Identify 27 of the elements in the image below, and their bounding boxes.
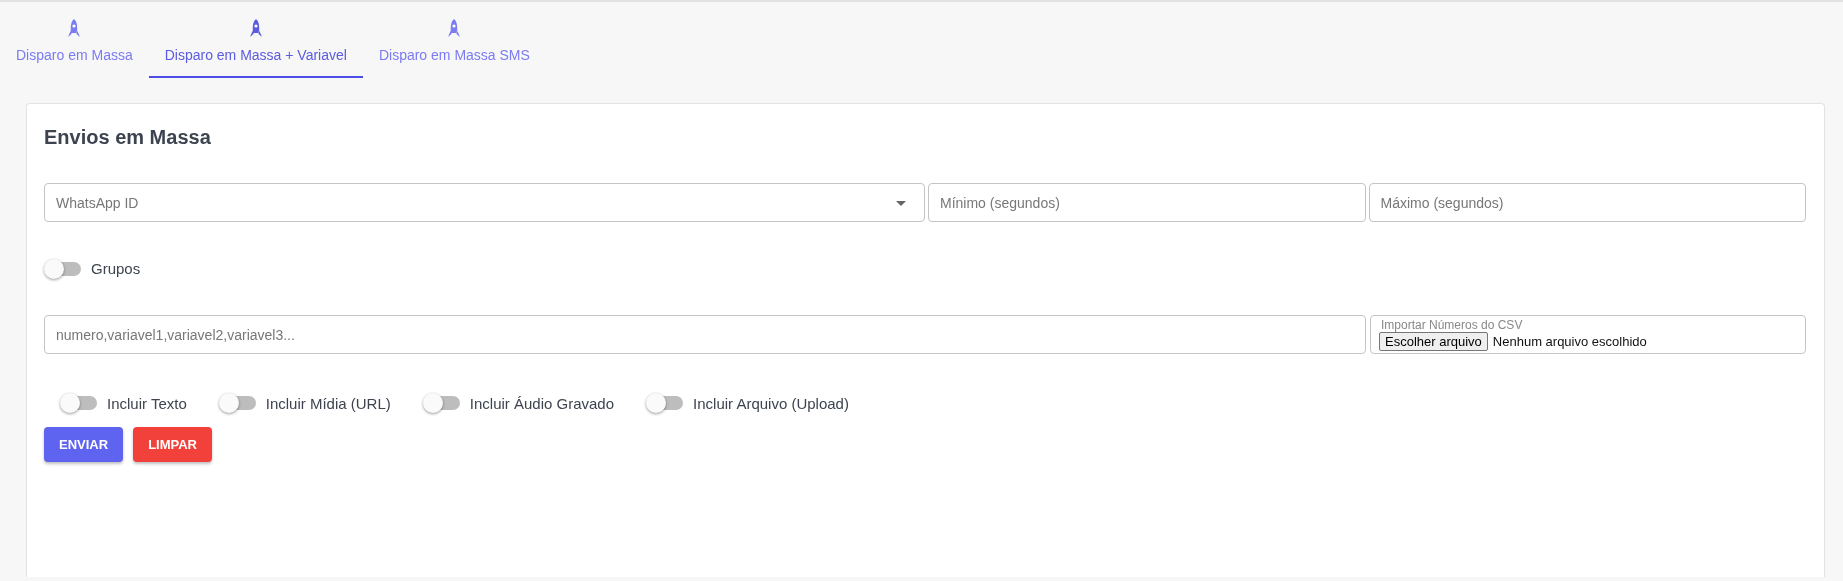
card-title: Envios em Massa [44, 126, 212, 149]
toggle-label: Incluir Texto [107, 394, 187, 412]
send-button[interactable]: ENVIAR [44, 427, 124, 462]
rocket-icon [447, 19, 462, 39]
tab[interactable]: Disparo em Massa + Variavel [148, 19, 363, 78]
toggle-label: Incluir Arquivo (Upload) [693, 394, 849, 412]
tab[interactable]: Disparo em Massa [0, 19, 149, 78]
toggle-switch[interactable] [63, 396, 97, 410]
toggle-switch[interactable] [47, 261, 81, 276]
choose-file-button[interactable]: Escolher arquivo [1379, 331, 1488, 351]
caret-icon [896, 201, 906, 206]
toggle-label: Incluir Mídia (URL) [265, 394, 391, 412]
input-field[interactable]: numero,variavel1,variavel2,variavel3... [44, 315, 1366, 354]
rocket-icon [67, 19, 82, 39]
file-field[interactable]: Importar Números do CSV Escolher arquivo Nenhum arquivo escolhido [1370, 315, 1806, 354]
toggle-label: Grupos [91, 260, 141, 277]
input-field[interactable]: Mínimo (segundos) [928, 183, 1366, 222]
toggle-label: Incluir Áudio Gravado [469, 394, 615, 412]
toggle-switch[interactable] [425, 396, 460, 410]
clear-button[interactable]: LIMPAR [133, 427, 212, 462]
file-status: Nenhum arquivo escolhido [1492, 333, 1647, 349]
rocket-icon [248, 19, 263, 39]
select-field[interactable]: WhatsApp ID [44, 183, 925, 222]
tab[interactable]: Disparo em Massa SMS [362, 19, 546, 78]
input-field[interactable]: Máximo (segundos) [1368, 183, 1806, 222]
toggle-switch[interactable] [221, 396, 256, 410]
toggle-switch[interactable] [649, 396, 684, 410]
